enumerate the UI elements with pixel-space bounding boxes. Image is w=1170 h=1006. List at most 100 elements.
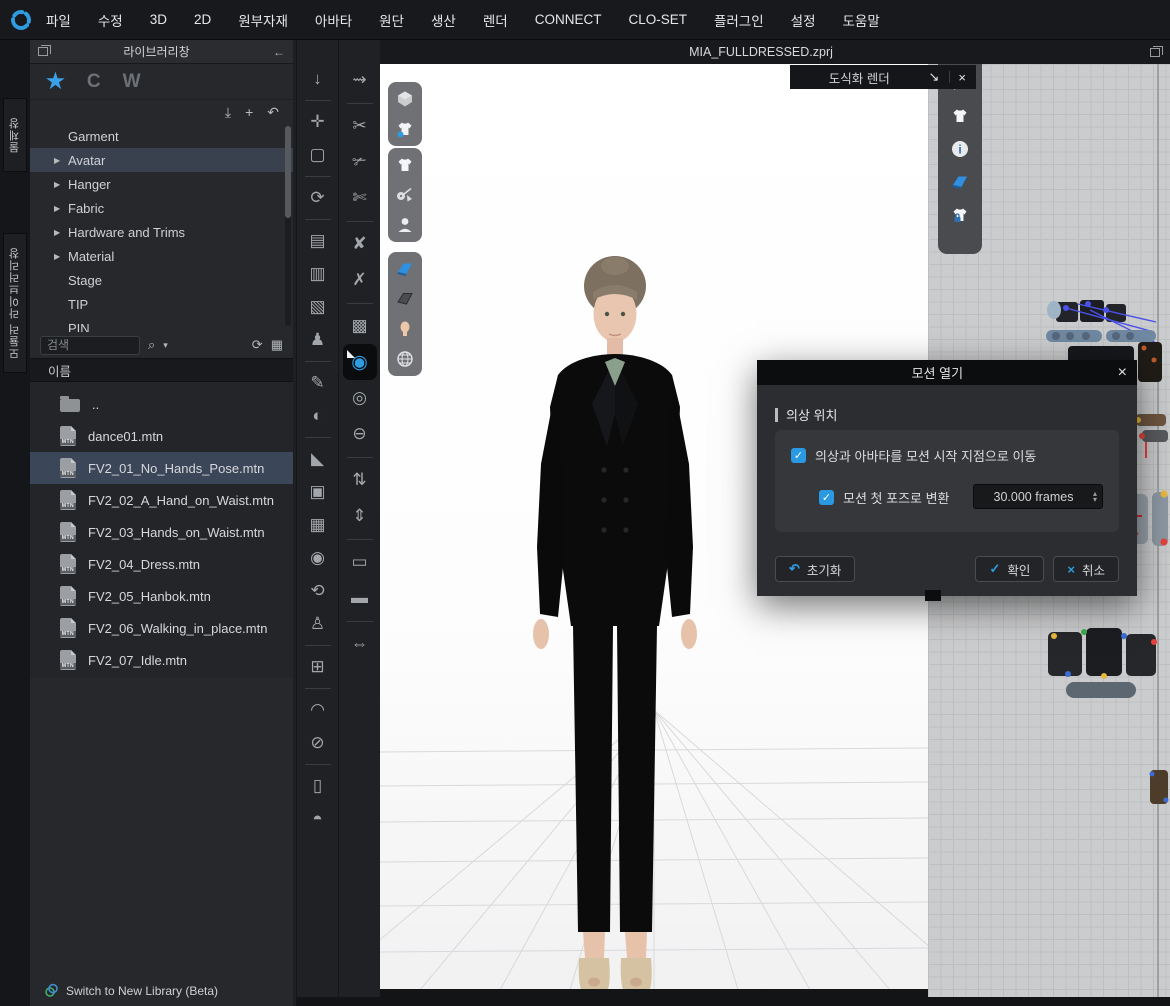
tool-button[interactable]	[301, 683, 335, 693]
menu-item[interactable]: 2D	[194, 12, 211, 27]
file-row[interactable]: MTN FV2_02_A_Hand_on_Waist.mtn	[30, 484, 293, 516]
reset-button[interactable]: ↶ 초기화	[775, 556, 855, 582]
tree-item[interactable]: ▶ Material	[30, 244, 293, 268]
ruler-tool[interactable]: ⊘	[301, 726, 335, 759]
jacket-arrange-tool[interactable]: ▣	[301, 475, 335, 508]
menu-item[interactable]: 수정	[98, 10, 123, 30]
tree-item[interactable]: TIP	[30, 292, 293, 316]
reset-library-button[interactable]: ↶	[267, 104, 279, 121]
fabric-strengthen-blue-icon[interactable]	[392, 256, 418, 282]
rotate-drape-tool[interactable]: ⟲	[301, 574, 335, 607]
tree-caret-icon[interactable]: ▶	[54, 228, 68, 237]
file-row[interactable]: MTN FV2_04_Dress.mtn	[30, 548, 293, 580]
tree-item[interactable]: ▶ Avatar	[30, 148, 293, 172]
view-cube-icon[interactable]	[392, 86, 418, 112]
menu-item[interactable]: 렌더	[483, 10, 508, 30]
spin-down-icon[interactable]: ▾	[1093, 497, 1097, 503]
fabric-check-tool[interactable]: ▩	[343, 308, 377, 344]
file-row[interactable]: MTN FV2_01_No_Hands_Pose.mtn	[30, 452, 293, 484]
tree-item[interactable]: ▶ Hanger	[30, 172, 293, 196]
tree-scrollbar-thumb[interactable]	[285, 126, 291, 218]
search-filter-dropdown-icon[interactable]: ▾	[163, 340, 168, 351]
shirt-cut-tool-3[interactable]: ✄	[343, 180, 377, 216]
favorites-star-tab[interactable]: ★	[46, 69, 65, 94]
menu-item[interactable]: CLO-SET	[628, 12, 687, 27]
first-pose-checkbox[interactable]: ✓	[819, 490, 834, 505]
tool-button[interactable]	[343, 298, 377, 308]
search-icon[interactable]: ⌕	[148, 337, 155, 353]
library-footer[interactable]: Switch to New Library (Beta)	[30, 983, 293, 998]
menu-item[interactable]: 3D	[150, 12, 167, 27]
fabric-strengthen-icon[interactable]	[947, 169, 973, 195]
menu-item[interactable]: 파일	[46, 10, 71, 30]
move-to-start-checkbox[interactable]: ✓	[791, 448, 806, 463]
fit-to-avatar-tool[interactable]: ♟	[301, 323, 335, 356]
lock-pattern-icon[interactable]	[947, 202, 973, 228]
tool-button[interactable]	[343, 216, 377, 226]
quilt-tool[interactable]: ⊞	[301, 650, 335, 683]
drape-tool[interactable]: ◉	[301, 541, 335, 574]
frames-value[interactable]: 30.000 frames	[974, 490, 1093, 504]
tree-item[interactable]: Garment	[30, 124, 293, 148]
fold-arrangement-tool[interactable]: ◣	[301, 442, 335, 475]
fabric-roll-pin-tool[interactable]: ▭	[343, 544, 377, 580]
tree-item[interactable]: ▶ Fabric	[30, 196, 293, 220]
file-row[interactable]: MTN FV2_05_Hanbok.mtn	[30, 580, 293, 612]
clo-brand-tab[interactable]: C	[87, 71, 101, 93]
zipper-tool-2[interactable]: ⇕	[343, 498, 377, 534]
file-row[interactable]: MTN FV2_06_Walking_in_place.mtn	[30, 612, 293, 644]
tool-button[interactable]	[343, 98, 377, 108]
tool-button[interactable]	[301, 214, 335, 224]
menu-item[interactable]: 설정	[791, 10, 816, 30]
restore-down-icon[interactable]: ↘	[929, 69, 940, 85]
free-sewing-tool[interactable]: ▧	[301, 290, 335, 323]
undock-viewport-icon[interactable]	[1150, 48, 1160, 57]
button-tool[interactable]: ◉	[343, 344, 377, 380]
grid-view-icon[interactable]: ▦	[271, 337, 283, 353]
tool-button[interactable]	[301, 171, 335, 181]
show-avatar-head-icon[interactable]	[392, 316, 418, 342]
shirt-remove-tool-1[interactable]: ✘	[343, 226, 377, 262]
tab-modular-library[interactable]: 모듈러 라이브러리창	[3, 233, 27, 373]
tool-button[interactable]	[301, 356, 335, 366]
shirt-remove-tool-2[interactable]: ✗	[343, 262, 377, 298]
zipper-tool-1[interactable]: ⇅	[343, 462, 377, 498]
walk-motion-tool[interactable]: ⇝	[343, 62, 377, 98]
tree-caret-icon[interactable]: ▶	[54, 180, 68, 189]
rotate-garment-tool[interactable]: ⟳	[301, 181, 335, 214]
menu-item[interactable]: 생산	[431, 10, 456, 30]
cap-tool[interactable]: ◓	[301, 802, 335, 835]
button-lock-tool[interactable]: ⊖	[343, 416, 377, 452]
tree-caret-icon[interactable]: ▶	[54, 204, 68, 213]
add-library-button[interactable]: +	[245, 104, 253, 120]
show-ground-globe-icon[interactable]	[392, 346, 418, 372]
trouser-width-tool[interactable]: ⇔	[343, 626, 377, 662]
tool-button[interactable]	[343, 452, 377, 462]
garment-fit-check-icon[interactable]	[392, 116, 418, 142]
collapse-panel-icon[interactable]: ←	[273, 45, 285, 59]
tree-caret-icon[interactable]: ▶	[54, 156, 68, 165]
download-library-button[interactable]: ⤓	[225, 104, 231, 121]
dialog-titlebar[interactable]: 모션 열기 ×	[757, 360, 1137, 385]
show-trims-icon[interactable]	[392, 182, 418, 208]
file-row[interactable]: MTN FV2_03_Hands_on_Waist.mtn	[30, 516, 293, 548]
download-pose-tool[interactable]: ↓	[301, 62, 335, 95]
shirt-tape-tool[interactable]: ▯	[301, 769, 335, 802]
menu-item[interactable]: 아바타	[315, 10, 352, 30]
show-avatar-icon[interactable]	[392, 212, 418, 238]
vest-arrange-tool[interactable]: ▦	[301, 508, 335, 541]
switch-new-library-link[interactable]: Switch to New Library (Beta)	[66, 984, 218, 998]
search-input[interactable]	[40, 336, 140, 355]
tool-button[interactable]	[301, 432, 335, 442]
render-window-bar[interactable]: 도식화 렌더 ↘ ×	[790, 65, 976, 89]
move-tool[interactable]: ✛	[301, 105, 335, 138]
sewing-machine-tool[interactable]: ▤	[301, 224, 335, 257]
tool-button[interactable]	[343, 534, 377, 544]
tab-object-window[interactable]: 물체창	[3, 98, 27, 172]
shirt-cut-tool-1[interactable]: ✂	[343, 108, 377, 144]
dialog-resize-notch[interactable]	[925, 590, 941, 601]
file-row[interactable]: MTN FV2_07_Idle.mtn	[30, 644, 293, 676]
tool-button[interactable]	[301, 640, 335, 650]
close-render-icon[interactable]: ×	[958, 70, 966, 85]
fabric-skin-offset-icon[interactable]	[392, 286, 418, 312]
